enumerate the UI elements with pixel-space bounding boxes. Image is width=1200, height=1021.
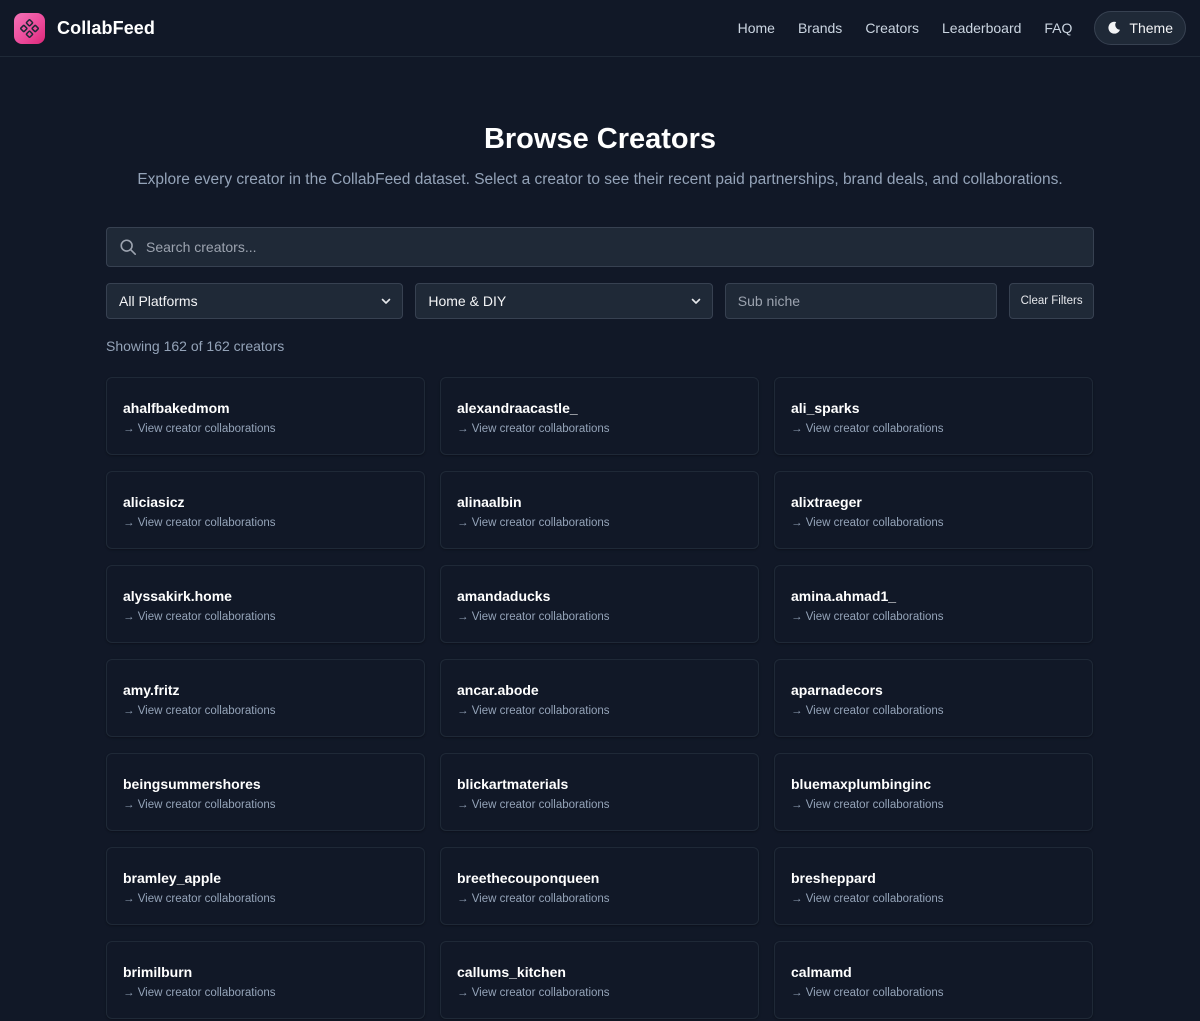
- main-content: Browse Creators Explore every creator in…: [106, 57, 1094, 1019]
- creator-card[interactable]: bresheppard → View creator collaborations: [774, 847, 1093, 925]
- nav-faq[interactable]: FAQ: [1044, 20, 1072, 36]
- creator-card[interactable]: bluemaxplumbinginc → View creator collabo…: [774, 753, 1093, 831]
- creator-card[interactable]: ancar.abode → View creator collaborations: [440, 659, 759, 737]
- creator-card[interactable]: alyssakirk.home → View creator collaborat…: [106, 565, 425, 643]
- nav-leaderboard[interactable]: Leaderboard: [942, 20, 1021, 36]
- view-collaborations-link[interactable]: → View creator collaborations: [457, 893, 742, 905]
- view-collaborations-link[interactable]: → View creator collaborations: [791, 705, 1076, 717]
- creator-name: amina.ahmad1_: [791, 588, 897, 604]
- view-collaborations-link[interactable]: → View creator collaborations: [791, 517, 1076, 529]
- view-collaborations-link[interactable]: → View creator collaborations: [791, 987, 1076, 999]
- view-collaborations-link[interactable]: → View creator collaborations: [457, 517, 742, 529]
- creator-card[interactable]: alinaalbin → View creator collaborations: [440, 471, 759, 549]
- nav-creators[interactable]: Creators: [865, 20, 919, 36]
- view-collaborations-link[interactable]: → View creator collaborations: [457, 611, 742, 623]
- search-input[interactable]: [146, 239, 1081, 255]
- logo-icon: [14, 12, 45, 44]
- chevron-down-icon: [691, 298, 701, 304]
- nav-brands[interactable]: Brands: [798, 20, 842, 36]
- view-collaborations-link[interactable]: → View creator collaborations: [123, 611, 408, 623]
- creator-name: aliciasicz: [123, 494, 185, 510]
- theme-toggle-button[interactable]: Theme: [1094, 11, 1186, 45]
- creator-name: ali_sparks: [791, 400, 860, 416]
- creator-name: beingsummershores: [123, 776, 261, 792]
- creator-card[interactable]: brimilburn → View creator collaborations: [106, 941, 425, 1019]
- creator-card[interactable]: amy.fritz → View creator collaborations: [106, 659, 425, 737]
- view-collaborations-link[interactable]: → View creator collaborations: [123, 517, 408, 529]
- creator-name: ancar.abode: [457, 682, 539, 698]
- creator-card[interactable]: bramley_apple → View creator collaboratio…: [106, 847, 425, 925]
- creator-card[interactable]: alixtraeger → View creator collaborations: [774, 471, 1093, 549]
- chevron-down-icon: [382, 298, 391, 304]
- brand-name: CollabFeed: [57, 17, 156, 38]
- view-collaborations-link[interactable]: → View creator collaborations: [457, 423, 742, 435]
- creator-card[interactable]: amina.ahmad1_ → View creator collaboratio…: [774, 565, 1093, 643]
- filters-row: All Platforms Home & DIY Clear Filters: [106, 283, 1094, 319]
- view-collaborations-link[interactable]: → View creator collaborations: [123, 423, 408, 435]
- view-collaborations-link[interactable]: → View creator collaborations: [123, 893, 408, 905]
- creator-card[interactable]: aliciasicz → View creator collaborations: [106, 471, 425, 549]
- creator-name: amy.fritz: [123, 682, 180, 698]
- creator-name: blickartmaterials: [457, 776, 569, 792]
- creator-name: calmamd: [791, 964, 852, 980]
- creator-name: alixtraeger: [791, 494, 862, 510]
- creator-name: callums_kitchen: [457, 964, 566, 980]
- page-subtitle: Explore every creator in the CollabFeed …: [137, 171, 1063, 188]
- creator-name: amandaducks: [457, 588, 551, 604]
- creator-card[interactable]: blickartmaterials → View creator collabor…: [440, 753, 759, 831]
- nav-home[interactable]: Home: [738, 20, 775, 36]
- view-collaborations-link[interactable]: → View creator collaborations: [123, 799, 408, 811]
- subniche-input[interactable]: [724, 283, 998, 319]
- view-collaborations-link[interactable]: → View creator collaborations: [791, 893, 1076, 905]
- creator-card[interactable]: calmamd → View creator collaborations: [774, 941, 1093, 1019]
- view-collaborations-link[interactable]: → View creator collaborations: [791, 423, 1076, 435]
- theme-label: Theme: [1129, 20, 1173, 36]
- view-collaborations-link[interactable]: → View creator collaborations: [791, 799, 1076, 811]
- platform-select-value: All Platforms: [119, 293, 198, 309]
- view-collaborations-link[interactable]: → View creator collaborations: [123, 987, 408, 999]
- creator-name: brimilburn: [123, 964, 193, 980]
- view-collaborations-link[interactable]: → View creator collaborations: [457, 705, 742, 717]
- creator-name: breethecouponqueen: [457, 870, 600, 886]
- creator-card[interactable]: aparnadecors → View creator collaboration…: [774, 659, 1093, 737]
- creator-card[interactable]: callums_kitchen → View creator collaborat…: [440, 941, 759, 1019]
- results-count: Showing 162 of 162 creators: [106, 338, 285, 354]
- niche-select[interactable]: Home & DIY: [415, 283, 713, 319]
- creator-card[interactable]: amandaducks → View creator collaborations: [440, 565, 759, 643]
- creator-name: bramley_apple: [123, 870, 222, 886]
- view-collaborations-link[interactable]: → View creator collaborations: [123, 705, 408, 717]
- creator-name: alinaalbin: [457, 494, 522, 510]
- search-icon: [120, 239, 137, 256]
- brand[interactable]: CollabFeed: [14, 12, 156, 44]
- search-box[interactable]: [106, 227, 1094, 267]
- creator-name: bluemaxplumbinginc: [791, 776, 932, 792]
- main-nav: Home Brands Creators Leaderboard FAQ The…: [738, 11, 1186, 45]
- view-collaborations-link[interactable]: → View creator collaborations: [457, 799, 742, 811]
- page-title: Browse Creators: [483, 123, 717, 155]
- niche-select-value: Home & DIY: [428, 293, 507, 309]
- view-collaborations-link[interactable]: → View creator collaborations: [791, 611, 1076, 623]
- creator-card[interactable]: beingsummershores → View creator collabor…: [106, 753, 425, 831]
- moon-icon: [1108, 21, 1121, 34]
- clear-filters-button[interactable]: Clear Filters: [1009, 283, 1094, 319]
- creator-card[interactable]: alexandraacastle_ → View creator collabor…: [440, 377, 759, 455]
- creator-card[interactable]: ali_sparks → View creator collaborations: [774, 377, 1093, 455]
- creator-name: alyssakirk.home: [123, 588, 232, 604]
- creator-name: aparnadecors: [791, 682, 883, 698]
- view-collaborations-link[interactable]: → View creator collaborations: [457, 987, 742, 999]
- top-navbar: CollabFeed Home Brands Creators Leaderbo…: [0, 0, 1200, 57]
- creator-name: bresheppard: [791, 870, 876, 886]
- creator-name: alexandraacastle_: [457, 400, 578, 416]
- creator-card[interactable]: ahalfbakedmom → View creator collaboratio…: [106, 377, 425, 455]
- creator-card[interactable]: breethecouponqueen → View creator collabo…: [440, 847, 759, 925]
- creator-grid: ahalfbakedmom → View creator collaboratio…: [106, 377, 1094, 1019]
- platform-select[interactable]: All Platforms: [106, 283, 404, 319]
- creator-name: ahalfbakedmom: [123, 400, 230, 416]
